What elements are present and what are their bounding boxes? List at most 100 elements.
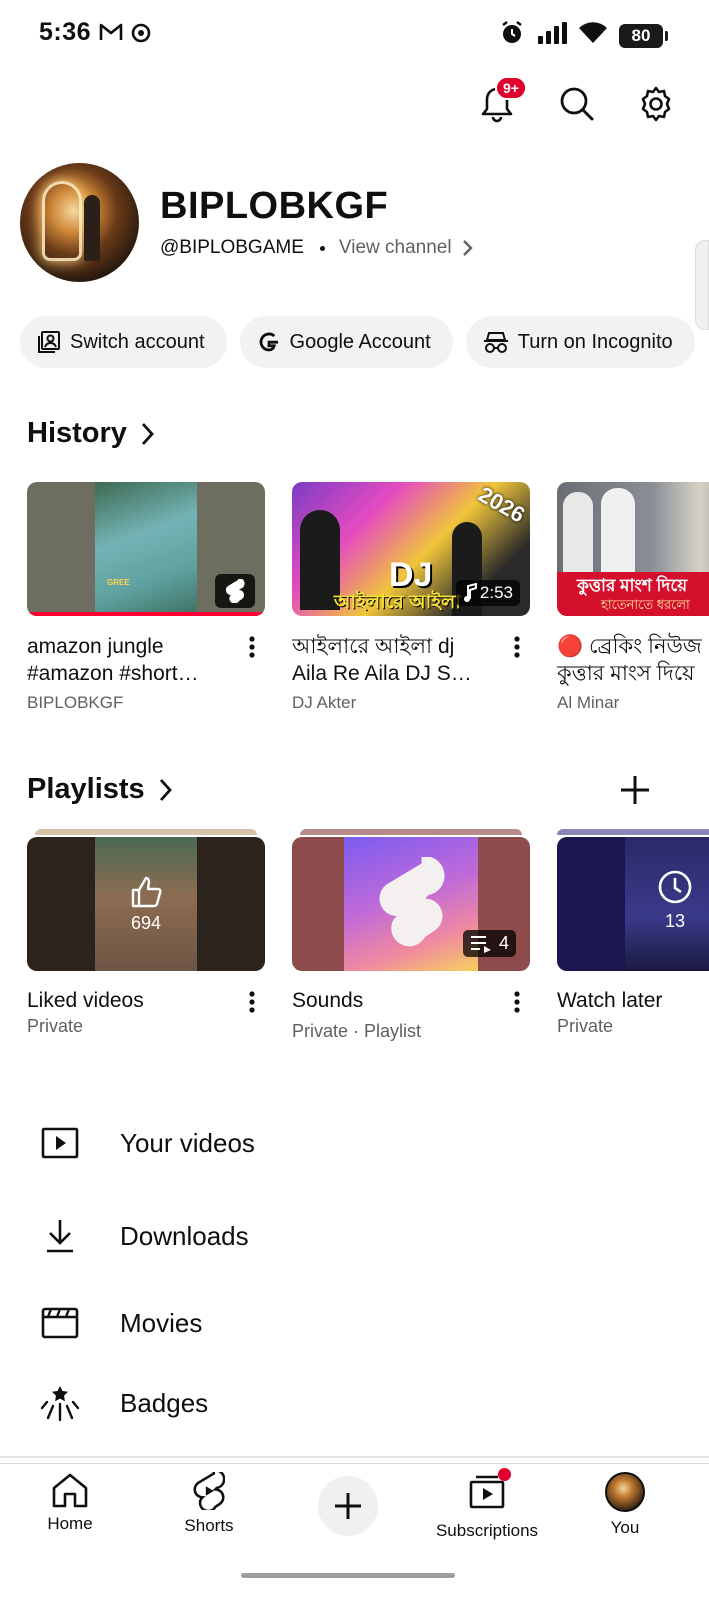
you-avatar [605,1472,645,1512]
kebab-menu-icon [514,991,520,1013]
playlist-thumbnail[interactable]: 4 [292,837,530,971]
video-channel: BIPLOBKGF [27,693,124,712]
download-icon [40,1216,80,1256]
kebab-menu-icon [514,636,520,658]
your-videos-item[interactable]: Your videos [0,1108,709,1178]
switch-account-icon [38,331,60,353]
history-thumbnail[interactable]: GREE [27,482,265,616]
playlists-header[interactable]: Playlists [27,773,173,806]
video-title-line: amazon jungle [27,635,164,658]
gesture-home-indicator[interactable] [241,1573,455,1578]
search-button[interactable] [555,82,599,126]
video-channel: DJ Akter [292,693,357,712]
shorts-icon [193,1472,225,1510]
switch-account-chip[interactable]: Switch account [20,316,227,368]
video-title-line: আইলারে আইলা dj [292,635,455,658]
thumbnail-figure [563,492,593,572]
thumbnail-caption: হাতেনাতে ধরলো [601,597,690,612]
clock-icon [658,870,692,904]
nav-home[interactable]: Home [0,1472,140,1534]
badges-label: Badges [120,1387,209,1418]
shorts-icon [379,856,445,947]
playlist-stack-edge [35,829,257,835]
status-time: 5:36 [39,18,92,46]
history-thumbnail[interactable]: 2026 DJ আইলারে আইলা 2:53 [292,482,530,616]
playlist-thumbnail[interactable]: 694 [27,837,265,971]
profile-handle-row: @BIPLOBGAME View channel [160,237,474,259]
incognito-chip[interactable]: Turn on Incognito [465,316,695,368]
video-title-line: 🔴 ব্রেকিং নিউজ [557,635,702,658]
badges-item[interactable]: Badges [0,1368,709,1438]
chevron-right-icon [159,778,172,801]
thumbnail-image [95,482,197,616]
playlist-item[interactable]: 13 Watch later Private [557,829,709,1037]
playlist-subtitle: Private [27,1016,84,1036]
create-button[interactable] [318,1476,378,1536]
kebab-menu-icon [249,636,255,658]
nav-subscriptions-label: Subscriptions [435,1521,539,1540]
new-content-dot [498,1468,511,1481]
history-item[interactable]: 2026 DJ আইলারে আইলা 2:53 আইলারে আইলা dj … [292,482,530,713]
duration-label: 2:53 [479,583,513,602]
playlist-count-badge: 4 [462,930,516,957]
history-title: History [27,417,127,449]
movies-icon [40,1303,80,1343]
app-notification-icon [131,23,151,48]
subscriptions-icon-wrap [468,1468,511,1515]
playlist-count: 4 [498,933,509,953]
google-icon [259,332,278,352]
nav-you[interactable]: You [555,1472,695,1538]
shorts-logo [376,856,446,952]
playlist-subtitle: Private · Playlist [292,1021,422,1041]
downloads-item[interactable]: Downloads [0,1201,709,1271]
notifications-button[interactable]: 9+ [475,76,527,126]
playlist-item[interactable]: 694 Liked videos Private [27,829,265,1037]
playlist-title: Sounds [292,989,364,1012]
switch-account-label: Switch account [70,330,205,353]
playlist-subtitle: Private [557,1016,614,1036]
profile-avatar[interactable] [20,163,139,282]
downloads-label: Downloads [120,1220,249,1251]
google-account-label: Google Account [289,330,431,353]
history-header[interactable]: History [27,417,155,450]
avatar-figure-glow [42,181,82,261]
wifi-icon [579,22,607,49]
playlist-title: Liked videos [27,989,144,1012]
profile-name: BIPLOBKGF [160,185,389,227]
incognito-icon [483,332,508,353]
playlist-thumbnail[interactable]: 13 [557,837,709,971]
nav-subscriptions[interactable]: Subscriptions [417,1468,557,1541]
video-duration: 2:53 [455,580,520,606]
history-item[interactable]: কুত্তার মাংশ দিয়ে হাতেনাতে ধরলো 🔴 ব্রেক… [557,482,709,713]
thumbnail-year: 2026 [474,482,530,528]
google-account-chip[interactable]: Google Account [239,316,453,368]
kebab-menu-icon [249,991,255,1013]
add-playlist-button[interactable] [615,770,655,810]
movies-label: Movies [120,1307,203,1338]
more-options-button[interactable] [508,632,526,662]
history-item[interactable]: GREE amazon jungle #amazon #short… BIPLO… [27,482,265,713]
video-title-line: কুত্তার মাংস দিয়ে [557,662,695,685]
settings-button[interactable] [634,82,678,126]
view-channel-label: View channel [338,237,452,258]
badges-icon [40,1383,80,1423]
status-bar: 5:36 80 [0,0,709,70]
history-thumbnail[interactable]: কুত্তার মাংশ দিয়ে হাতেনাতে ধরলো [557,482,709,616]
more-options-button[interactable] [508,987,526,1017]
gmail-icon [99,22,123,47]
view-channel-link[interactable]: View channel [339,237,474,259]
playlist-count: 694 [130,912,162,933]
music-note-icon [463,583,477,602]
playlist-item[interactable]: 4 Sounds Private · Playlist [292,829,530,1042]
more-options-button[interactable] [243,987,261,1017]
search-icon [560,87,594,121]
more-options-button[interactable] [243,632,261,662]
nav-shorts[interactable]: Shorts [139,1472,279,1536]
chevron-right-icon [462,240,473,256]
playlist-count: 13 [664,911,686,931]
plus-icon [335,1493,361,1519]
home-icon [52,1473,88,1508]
your-videos-icon [40,1123,80,1163]
nav-home-label: Home [47,1514,93,1533]
movies-item[interactable]: Movies [0,1288,709,1358]
